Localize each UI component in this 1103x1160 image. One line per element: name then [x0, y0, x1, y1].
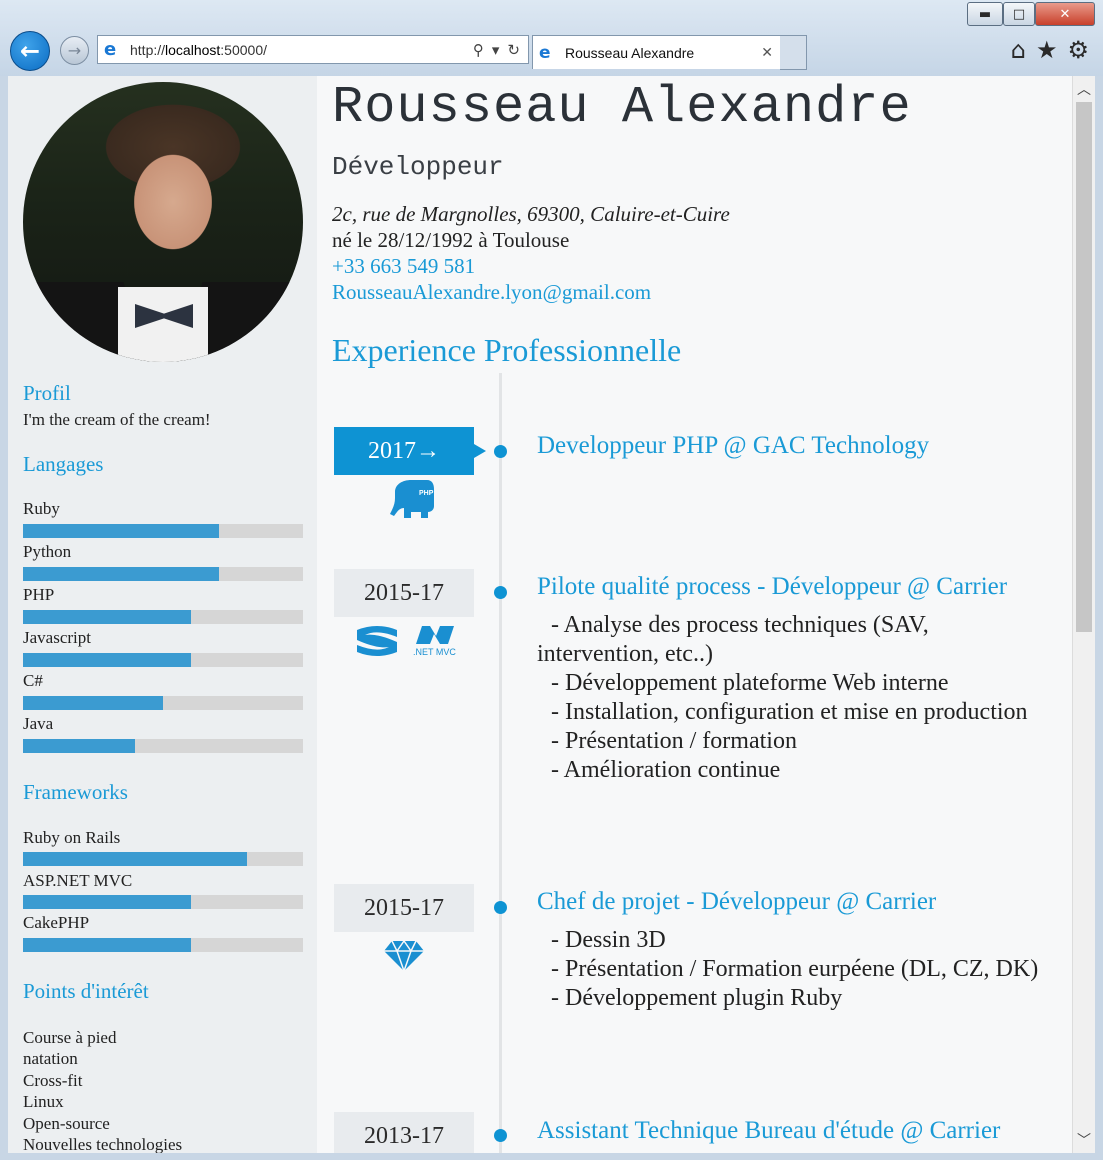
tab-close-icon[interactable]: ✕ — [761, 45, 773, 61]
interest-item: Open-source — [23, 1114, 110, 1133]
scrollbar-thumb[interactable] — [1076, 102, 1092, 632]
svg-text:.NET MVC: .NET MVC — [413, 647, 456, 657]
search-icon[interactable]: ⚲ — [473, 41, 484, 59]
skill-label: C# — [23, 671, 43, 690]
job-description: - Analyse des process techniques (SAV, i… — [537, 611, 1071, 785]
new-tab-button[interactable] — [780, 35, 807, 70]
profil-heading: Profil — [23, 381, 71, 405]
framework-label: CakePHP — [23, 913, 90, 932]
skill-label: PHP — [23, 585, 55, 604]
skill-bar — [23, 653, 303, 667]
interests-heading: Points d'intérêt — [23, 979, 149, 1003]
skill-label: Java — [23, 714, 54, 733]
maximize-button[interactable]: □ — [1003, 2, 1035, 26]
profil-text: I'm the cream of the cream! — [23, 410, 211, 429]
dotnet-mvc-icon: .NET MVC — [413, 626, 456, 657]
job-date: 2015-17 — [334, 569, 474, 617]
job-description-line: - Développement plugin Ruby — [551, 985, 843, 1011]
job-description-line: - Installation, configuration et mise en… — [551, 699, 1028, 725]
job-description-line: - Amélioration continue — [551, 757, 781, 783]
main-content: Rousseau Alexandre Développeur 2c, rue d… — [317, 76, 1073, 1153]
framework-bar — [23, 895, 303, 909]
job-description-line: - Dessin 3D — [551, 927, 666, 953]
diamond-sketchup-icon — [384, 940, 424, 972]
birth-info: né le 28/12/1992 à Toulouse — [332, 228, 570, 252]
job-date: 2015-17 — [334, 884, 474, 932]
frameworks-heading: Frameworks — [23, 780, 128, 804]
forward-button[interactable]: → — [60, 36, 89, 65]
back-button[interactable]: ← — [10, 31, 50, 71]
timeline-dot — [494, 1129, 507, 1142]
framework-bar — [23, 852, 303, 866]
skill-bar — [23, 696, 303, 710]
minimize-button[interactable]: ▬ — [967, 2, 1003, 26]
framework-label: Ruby on Rails — [23, 828, 121, 847]
skill-bar — [23, 739, 303, 753]
interest-item: Nouvelles technologies — [23, 1135, 183, 1153]
skill-label: Javascript — [23, 628, 91, 647]
arrow-right-icon: → — [67, 41, 82, 60]
page-viewport: Profil I'm the cream of the cream! Langa… — [8, 76, 1095, 1153]
tab-title: Rousseau Alexandre — [565, 44, 695, 61]
interest-item: Cross-fit — [23, 1071, 83, 1090]
job-role: Développeur — [332, 152, 504, 182]
sql-server-icon — [357, 626, 397, 656]
postal-address: 2c, rue de Margnolles, 69300, Caluire-et… — [332, 202, 730, 226]
ie-logo-icon: e — [104, 38, 117, 60]
address-bar[interactable]: e http://localhost:50000/ ⚲ ▾ ↻ — [97, 35, 529, 64]
job-description-line: - Analyse des process techniques (SAV, — [551, 612, 929, 638]
job-description-line: intervention, etc..) — [537, 641, 713, 667]
browser-window: ▬ □ ✕ ← → e http://localhost:50000/ ⚲ ▾ … — [0, 0, 1103, 1160]
page-title: Rousseau Alexandre — [332, 78, 912, 137]
framework-bar — [23, 938, 303, 952]
ie-logo-icon: e — [539, 42, 551, 63]
job-date: 2013-17 — [334, 1112, 474, 1153]
timeline-line — [499, 373, 502, 1153]
interest-item: natation — [23, 1049, 78, 1068]
skill-bar — [23, 567, 303, 581]
sidebar: Profil I'm the cream of the cream! Langa… — [8, 76, 317, 1153]
browser-chrome: ▬ □ ✕ ← → e http://localhost:50000/ ⚲ ▾ … — [0, 0, 1103, 76]
job-date: 2017→ — [334, 427, 486, 475]
scroll-down-icon[interactable]: ﹀ — [1073, 1129, 1095, 1151]
phone-link[interactable]: +33 663 549 581 — [332, 254, 475, 279]
interest-item: Linux — [23, 1092, 64, 1111]
job-title[interactable]: Developpeur PHP @ GAC Technology — [537, 432, 929, 460]
interest-item: Course à pied — [23, 1028, 117, 1047]
profile-photo — [23, 82, 303, 362]
close-button[interactable]: ✕ — [1035, 2, 1095, 26]
skill-bar — [23, 610, 303, 624]
scroll-up-icon[interactable]: ︿ — [1073, 78, 1095, 100]
refresh-icon[interactable]: ↻ — [507, 41, 520, 59]
svg-text:PHP: PHP — [419, 490, 434, 497]
job-description-line: - Présentation / Formation eurpéene (DL,… — [551, 956, 1039, 982]
home-icon[interactable]: ⌂ — [1011, 36, 1026, 64]
job-title[interactable]: Chef de projet - Développeur @ Carrier — [537, 888, 936, 916]
skill-bar — [23, 524, 303, 538]
langages-heading: Langages — [23, 452, 104, 476]
php-elephant-icon: PHP — [390, 480, 434, 518]
address-url[interactable]: http://localhost:50000/ — [130, 42, 473, 58]
job-title[interactable]: Pilote qualité process - Développeur @ C… — [537, 573, 1007, 601]
skill-label: Python — [23, 542, 72, 561]
job-description-line: - Développement plateforme Web interne — [551, 670, 949, 696]
arrow-left-icon: ← — [19, 37, 41, 65]
job-title[interactable]: Assistant Technique Bureau d'étude @ Car… — [537, 1117, 1000, 1145]
experience-heading: Experience Professionnelle — [332, 332, 682, 368]
job-description: - Dessin 3D - Présentation / Formation e… — [551, 926, 1071, 1013]
timeline-dot — [494, 901, 507, 914]
framework-label: ASP.NET MVC — [23, 871, 133, 890]
email-link[interactable]: RousseauAlexandre.lyon@gmail.com — [332, 280, 651, 305]
timeline-dot — [494, 445, 507, 458]
vertical-scrollbar[interactable]: ︿ ﹀ — [1072, 76, 1095, 1153]
skill-label: Ruby — [23, 499, 60, 518]
job-description-line: - Présentation / formation — [551, 728, 797, 754]
timeline-dot — [494, 586, 507, 599]
tab-active[interactable]: e Rousseau Alexandre ✕ — [532, 35, 782, 69]
dropdown-icon[interactable]: ▾ — [492, 41, 500, 59]
settings-gear-icon[interactable]: ⚙ — [1067, 36, 1089, 64]
favorites-star-icon[interactable]: ★ — [1036, 36, 1058, 64]
